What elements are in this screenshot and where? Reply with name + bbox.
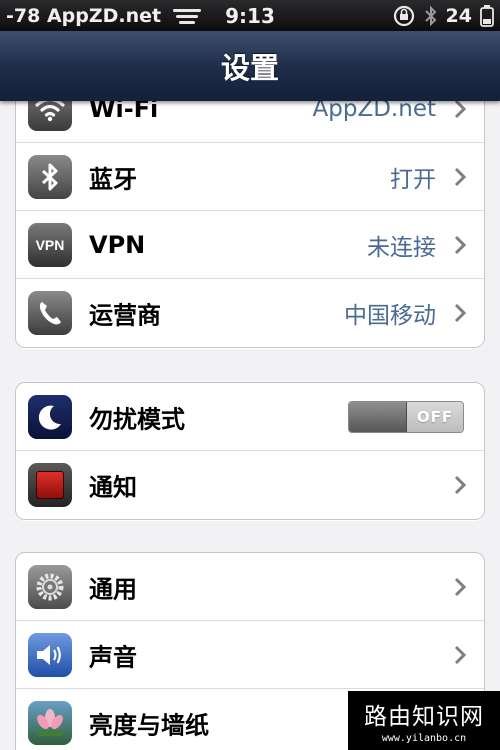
chevron-right-icon bbox=[454, 303, 466, 323]
settings-row-do-not-disturb[interactable]: 勿扰模式 OFF bbox=[16, 383, 484, 451]
toggle-state-label: OFF bbox=[407, 401, 463, 432]
settings-row-value: AppZD.net bbox=[312, 101, 436, 122]
carrier-label: -78 AppZD.net bbox=[6, 4, 162, 27]
signal-icon bbox=[173, 8, 202, 24]
settings-row-label: 运营商 bbox=[89, 301, 161, 330]
settings-row-general[interactable]: 通用 bbox=[16, 553, 484, 621]
gear-icon bbox=[28, 564, 72, 609]
network-group: Wi-Fi AppZD.net 蓝牙 打开 VPN VPN 未连接 运营商 中国… bbox=[15, 101, 485, 348]
toggle-knob bbox=[349, 401, 407, 432]
chevron-right-icon bbox=[454, 475, 466, 495]
navigation-bar: 设置 bbox=[0, 31, 500, 101]
settings-row-label: 蓝牙 bbox=[89, 165, 137, 193]
rotation-lock-icon bbox=[393, 5, 414, 26]
status-bar: -78 AppZD.net 9:13 24 bbox=[0, 0, 500, 31]
vpn-icon-text: VPN bbox=[35, 236, 65, 253]
wifi-icon bbox=[28, 101, 72, 131]
chevron-right-icon bbox=[454, 235, 466, 254]
settings-row-sounds[interactable]: 声音 bbox=[16, 621, 484, 689]
settings-row-carrier[interactable]: 运营商 中国移动 bbox=[16, 279, 484, 347]
settings-row-label: 声音 bbox=[89, 643, 137, 671]
settings-row-value: 中国移动 bbox=[344, 303, 436, 329]
flower-icon bbox=[28, 701, 72, 745]
settings-row-value: 打开 bbox=[390, 166, 436, 193]
settings-list[interactable]: Wi-Fi AppZD.net 蓝牙 打开 VPN VPN 未连接 运营商 中国… bbox=[0, 101, 500, 750]
settings-row-label: 通知 bbox=[89, 473, 137, 502]
settings-row-label: 勿扰模式 bbox=[89, 405, 185, 433]
settings-row-label: 通用 bbox=[89, 575, 137, 603]
battery-percent: 24 bbox=[445, 4, 472, 27]
settings-row-vpn[interactable]: VPN VPN 未连接 bbox=[16, 211, 484, 279]
settings-row-label: 亮度与墙纸 bbox=[89, 711, 209, 740]
chevron-right-icon bbox=[454, 577, 466, 596]
moon-icon bbox=[28, 394, 72, 439]
settings-row-wifi[interactable]: Wi-Fi AppZD.net bbox=[16, 101, 484, 143]
carrier-info: -78 AppZD.net bbox=[6, 5, 203, 27]
notifications-icon bbox=[28, 463, 72, 507]
bluetooth-icon bbox=[28, 154, 72, 199]
page-title: 设置 bbox=[220, 51, 279, 85]
phone-icon bbox=[28, 291, 72, 335]
battery-icon bbox=[480, 4, 494, 27]
settings-row-label: Wi-Fi bbox=[89, 101, 159, 123]
watermark-url: www.yilanbo.cn bbox=[381, 733, 467, 744]
settings-row-value: 未连接 bbox=[367, 234, 436, 261]
watermark-title: 路由知识网 bbox=[364, 704, 484, 730]
bluetooth-status-icon bbox=[424, 5, 436, 26]
chevron-right-icon bbox=[454, 101, 466, 118]
settings-row-bluetooth[interactable]: 蓝牙 打开 bbox=[16, 143, 484, 211]
settings-row-label: VPN bbox=[89, 230, 146, 259]
chevron-right-icon bbox=[454, 645, 466, 664]
speaker-icon bbox=[28, 632, 72, 677]
focus-group: 勿扰模式 OFF 通知 bbox=[15, 382, 485, 520]
chevron-right-icon bbox=[454, 167, 466, 186]
do-not-disturb-toggle[interactable]: OFF bbox=[348, 400, 464, 433]
settings-row-notifications[interactable]: 通知 bbox=[16, 451, 484, 519]
vpn-icon: VPN bbox=[28, 222, 72, 267]
status-right: 24 bbox=[392, 4, 494, 28]
watermark: 路由知识网 www.yilanbo.cn bbox=[348, 691, 500, 750]
